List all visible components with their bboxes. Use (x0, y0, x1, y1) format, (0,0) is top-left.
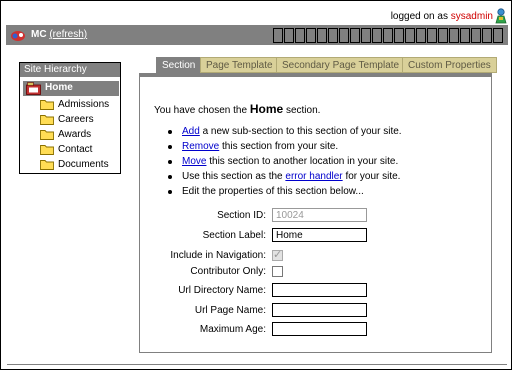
title-box (372, 28, 382, 43)
tree-item-label: Admissions (58, 98, 110, 110)
app-title: MC (refresh) (31, 29, 87, 40)
error-handler-link[interactable]: error handler (285, 171, 342, 182)
user-icon[interactable] (494, 8, 508, 24)
list-item: Add a new sub-section to this section of… (168, 126, 402, 141)
tab-secondary-page-template[interactable]: Secondary Page Template (276, 57, 406, 73)
tree-item-home-label: Home (45, 82, 73, 93)
app-name: MC (31, 29, 47, 40)
title-box (284, 28, 294, 43)
form-row-url-page: Url Page Name: (151, 302, 367, 318)
site-hierarchy-title: Site Hierarchy (20, 63, 120, 77)
folder-icon (40, 114, 54, 125)
url-directory-label: Url Directory Name: (178, 284, 266, 296)
list-item: Remove this section from your site. (168, 141, 402, 156)
tree-item-label: Awards (58, 128, 92, 140)
form-row-contributor-only: Contributor Only: (151, 263, 283, 279)
title-box (438, 28, 448, 43)
intro-suffix: section. (285, 105, 321, 116)
tree-item-label: Careers (58, 113, 94, 125)
form-row-section-id: Section ID: (151, 207, 367, 223)
move-link[interactable]: Move (182, 156, 206, 167)
tab-custom-properties[interactable]: Custom Properties (402, 57, 497, 73)
intro-text: You have chosen the Home section. (154, 102, 320, 116)
title-box (295, 28, 305, 43)
section-label-label: Section Label: (202, 229, 266, 241)
section-name: Home (249, 102, 284, 116)
tree-item-home[interactable]: Home (23, 81, 119, 96)
form-row-include-navigation: Include in Navigation: (151, 247, 283, 263)
action-list: Add a new sub-section to this section of… (168, 126, 402, 201)
form-row-section-label: Section Label: (151, 227, 367, 243)
username[interactable]: sysadmin (451, 11, 493, 22)
app-window: logged on as sysadmin MC (refresh) Site … (0, 0, 512, 370)
title-box (317, 28, 327, 43)
tree-item-admissions[interactable]: Admissions (40, 97, 109, 111)
folder-icon (40, 159, 54, 170)
title-box (405, 28, 415, 43)
list-item: Edit the properties of this section belo… (168, 186, 402, 201)
title-box (416, 28, 426, 43)
url-directory-field[interactable] (272, 283, 367, 297)
url-page-label: Url Page Name: (194, 304, 266, 316)
title-box (471, 28, 481, 43)
maximum-age-label: Maximum Age: (199, 323, 266, 335)
list-item: Move this section to another location in… (168, 156, 402, 171)
section-id-label: Section ID: (217, 209, 266, 221)
title-box (493, 28, 503, 43)
title-box (460, 28, 470, 43)
include-navigation-checkbox[interactable] (272, 248, 283, 261)
remove-text: this section from your site. (222, 141, 339, 152)
edit-text: Edit the properties of this section belo… (182, 186, 364, 197)
contributor-only-label: Contributor Only: (190, 265, 266, 277)
tree-item-contact[interactable]: Contact (40, 142, 92, 156)
section-id-field (272, 208, 367, 222)
site-hierarchy-panel: Site Hierarchy Home Admissions Careers A… (19, 62, 121, 174)
form-row-maximum-age: Maximum Age: (151, 321, 367, 337)
list-item: Use this section as the error handler fo… (168, 171, 402, 186)
handler-suffix: for your site. (345, 171, 401, 182)
bottom-divider (7, 364, 507, 365)
title-box (306, 28, 316, 43)
logged-on-label: logged on as (390, 11, 448, 22)
section-label-field[interactable] (272, 228, 367, 242)
title-box (449, 28, 459, 43)
tab-page-template[interactable]: Page Template (200, 57, 279, 73)
tab-section[interactable]: Section (156, 57, 202, 73)
add-link[interactable]: Add (182, 126, 200, 137)
app-logo-icon (11, 31, 25, 41)
tree-item-label: Documents (58, 158, 109, 170)
tree-item-awards[interactable]: Awards (40, 127, 91, 141)
app-title-boxes (272, 28, 503, 43)
include-navigation-label: Include in Navigation: (170, 249, 266, 261)
tree-item-label: Contact (58, 143, 93, 155)
title-box (394, 28, 404, 43)
title-box (361, 28, 371, 43)
folder-icon (40, 99, 54, 110)
url-page-field[interactable] (272, 303, 367, 317)
remove-link[interactable]: Remove (182, 141, 219, 152)
form-row-url-directory: Url Directory Name: (151, 282, 367, 298)
title-box (383, 28, 393, 43)
refresh-link[interactable]: (refresh) (49, 29, 87, 40)
title-box (328, 28, 338, 43)
login-status: logged on as sysadmin (391, 11, 493, 22)
move-text: this section to another location in your… (209, 156, 399, 167)
folder-icon (40, 144, 54, 155)
home-icon (26, 82, 41, 95)
intro-prefix: You have chosen the (154, 105, 248, 116)
title-box (273, 28, 283, 43)
handler-prefix: Use this section as the (182, 171, 283, 182)
tree-item-careers[interactable]: Careers (40, 112, 94, 126)
folder-icon (40, 129, 54, 140)
add-text: a new sub-section to this section of you… (202, 126, 402, 137)
title-box (427, 28, 437, 43)
maximum-age-field[interactable] (272, 322, 367, 336)
tree-item-documents[interactable]: Documents (40, 157, 109, 171)
title-box (350, 28, 360, 43)
title-box (482, 28, 492, 43)
title-box (339, 28, 349, 43)
contributor-only-checkbox[interactable] (272, 265, 283, 277)
